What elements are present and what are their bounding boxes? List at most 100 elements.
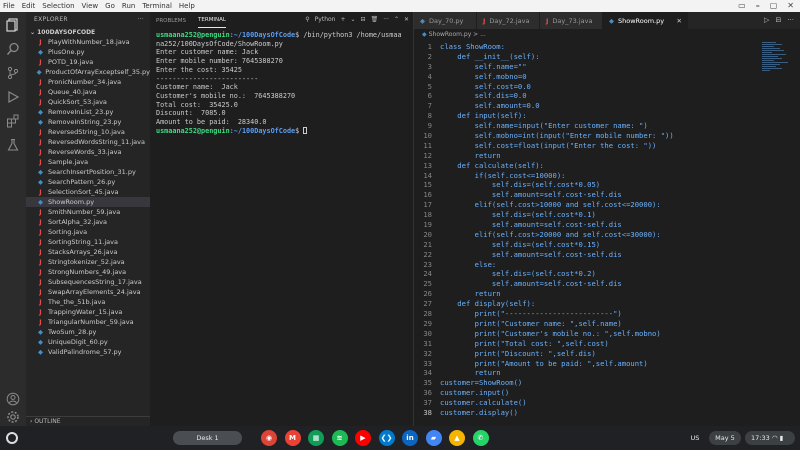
project-folder[interactable]: ⌄ 100DAYSOFCODE	[26, 28, 150, 37]
file-item[interactable]: J SortAlpha_32.java	[26, 217, 150, 227]
code-line[interactable]: 6 self.dis=0.0	[414, 91, 754, 101]
file-item[interactable]: J SwapArrayElements_24.java	[26, 287, 150, 297]
minimap[interactable]	[762, 42, 790, 82]
files-icon[interactable]	[5, 18, 21, 34]
file-item[interactable]: J Stringtokenizer_52.java	[26, 257, 150, 267]
code-line[interactable]: 22 self.amount=self.cost-self.dis	[414, 250, 754, 260]
file-item[interactable]: J POTD_19.java	[26, 57, 150, 67]
menu-help[interactable]: Help	[179, 2, 195, 10]
editor-tab[interactable]: J Day_72.java	[477, 12, 540, 29]
run-icon[interactable]: ▷	[764, 16, 769, 24]
code-line[interactable]: 5 self.cost=0.0	[414, 82, 754, 92]
vscode-icon[interactable]: ❮❯	[378, 430, 395, 446]
file-item[interactable]: ◆ ValidPalindrome_57.py	[26, 347, 150, 357]
sheets-icon[interactable]: ▦	[308, 430, 324, 446]
code-line[interactable]: 8 def input(self):	[414, 111, 754, 121]
minimize-icon[interactable]: –	[756, 1, 760, 10]
extensions-icon[interactable]	[5, 114, 21, 130]
chrome-icon[interactable]: ◉	[261, 430, 277, 446]
outline-section[interactable]: › OUTLINE	[26, 416, 150, 426]
editor-tab[interactable]: ◆ Day_70.py	[414, 12, 477, 29]
close-panel-icon[interactable]: ✕	[404, 16, 409, 23]
tab-problems[interactable]: PROBLEMS	[156, 14, 186, 28]
tab-terminal[interactable]: TERMINAL	[198, 13, 226, 28]
menu-file[interactable]: File	[3, 2, 15, 10]
file-item[interactable]: ◆ RemoveInList_23.py	[26, 107, 150, 117]
close-tab-icon[interactable]: ✕	[677, 17, 682, 25]
file-item[interactable]: J Sample.java	[26, 157, 150, 167]
code-line[interactable]: 25 self.amount=self.cost-self.dis	[414, 279, 754, 289]
menu-edit[interactable]: Edit	[22, 2, 36, 10]
file-item[interactable]: J ReverseWords_33.java	[26, 147, 150, 157]
launcher-icon[interactable]	[6, 432, 18, 444]
code-line[interactable]: 15 self.dis=(self.cost*0.05)	[414, 180, 754, 190]
more-icon[interactable]: ···	[787, 16, 794, 24]
code-line[interactable]: 10 self.mobno=int(input("Enter mobile nu…	[414, 131, 754, 141]
code-line[interactable]: 27 def display(self):	[414, 299, 754, 309]
code-line[interactable]: 31 print("Total cost: ",self.cost)	[414, 339, 754, 349]
code-line[interactable]: 29 print("Customer name: ",self.name)	[414, 319, 754, 329]
code-line[interactable]: 18 self.dis=(self.cost*0.1)	[414, 210, 754, 220]
code-line[interactable]: 7 self.amount=0.0	[414, 101, 754, 111]
code-line[interactable]: 14 if(self.cost<=10000):	[414, 171, 754, 181]
file-item[interactable]: J TrappingWater_15.java	[26, 307, 150, 317]
youtube-icon[interactable]: ▶	[355, 430, 371, 446]
editor-tab[interactable]: J Day_73.java	[540, 12, 603, 29]
terminal-output[interactable]: usmaana252@penguin:~/100DaysOfCode$ /bin…	[150, 29, 413, 137]
spotify-icon[interactable]: ≋	[331, 430, 348, 446]
code-line[interactable]: 33 print("Amount to be paid: ",self.amou…	[414, 359, 754, 369]
file-item[interactable]: J PlayWithNumber_18.java	[26, 37, 150, 47]
code-line[interactable]: 4 self.mobno=0	[414, 72, 754, 82]
code-line[interactable]: 30 print("Customer's mobile no.: ",self.…	[414, 329, 754, 339]
code-line[interactable]: 36 customer.input()	[414, 388, 754, 398]
code-line[interactable]: 9 self.name=input("Enter customer name: …	[414, 121, 754, 131]
code-line[interactable]: 11 self.cost=float(input("Enter the cost…	[414, 141, 754, 151]
code-line[interactable]: 23 else:	[414, 260, 754, 270]
file-item[interactable]: J StacksArrays_26.java	[26, 247, 150, 257]
code-line[interactable]: 21 self.dis=(self.cost*0.15)	[414, 240, 754, 250]
drive-icon[interactable]: ▲	[449, 430, 465, 446]
code-editor[interactable]: 1 class ShowRoom: 2 def __init__(self): 3 s…	[414, 42, 754, 418]
file-item[interactable]: ◆ RemoveInString_23.py	[26, 117, 150, 127]
menu-terminal[interactable]: Terminal	[142, 2, 172, 10]
file-item[interactable]: J SortingString_11.java	[26, 237, 150, 247]
code-line[interactable]: 32 print("Discount: ",self.dis)	[414, 349, 754, 359]
file-item[interactable]: J SmithNumber_59.java	[26, 207, 150, 217]
code-line[interactable]: 38 customer.display()	[414, 408, 754, 418]
code-line[interactable]: 13 def calculate(self):	[414, 161, 754, 171]
linkedin-icon[interactable]: in	[402, 430, 418, 446]
file-item[interactable]: J The_the_51b.java	[26, 297, 150, 307]
code-line[interactable]: 2 def __init__(self):	[414, 52, 754, 62]
code-line[interactable]: 20 elif(self.cost>20000 and self.cost<=3…	[414, 230, 754, 240]
run-debug-icon[interactable]	[5, 90, 21, 106]
close-icon[interactable]: ✕	[787, 1, 794, 10]
file-item[interactable]: J Sorting.java	[26, 227, 150, 237]
whatsapp-icon[interactable]: ✆	[472, 430, 489, 446]
file-item[interactable]: ◆ ProductOfArrayExceptself_35.py	[26, 67, 150, 77]
maximize-icon[interactable]: ▢	[770, 1, 778, 10]
file-item[interactable]: J StrongNumbers_49.java	[26, 267, 150, 277]
file-item[interactable]: ◆ SearchPattern_26.py	[26, 177, 150, 187]
file-item[interactable]: ◆ TwoSum_28.py	[26, 327, 150, 337]
menu-selection[interactable]: Selection	[42, 2, 74, 10]
file-item[interactable]: J Queue_40.java	[26, 87, 150, 97]
code-line[interactable]: 26 return	[414, 289, 754, 299]
desk-switcher[interactable]: Desk 1	[173, 431, 242, 445]
files-icon[interactable]: ▰	[425, 430, 442, 446]
file-item[interactable]: ◆ UniqueDigit_60.py	[26, 337, 150, 347]
source-control-icon[interactable]	[5, 66, 21, 82]
code-line[interactable]: 19 self.amount=self.cost-self.dis	[414, 220, 754, 230]
split-editor-icon[interactable]: ⊟	[775, 16, 781, 24]
split-terminal-icon[interactable]: ⊟	[361, 16, 366, 23]
code-line[interactable]: 3 self.name=""	[414, 62, 754, 72]
more-icon[interactable]: ···	[137, 12, 144, 28]
terminal-shell-label[interactable]: Python	[315, 16, 336, 23]
code-line[interactable]: 34 return	[414, 368, 754, 378]
code-line[interactable]: 35 customer=ShowRoom()	[414, 378, 754, 388]
file-item[interactable]: J TriangularNumber_59.java	[26, 317, 150, 327]
add-terminal-icon[interactable]: +	[340, 16, 345, 23]
editor-tab[interactable]: ◆ ShowRoom.py ✕	[603, 12, 688, 29]
breadcrumb[interactable]: ◆ ShowRoom.py > ...	[414, 29, 800, 40]
trash-icon[interactable]: 🗑	[371, 16, 379, 23]
code-line[interactable]: 17 elif(self.cost>10000 and self.cost<=2…	[414, 200, 754, 210]
